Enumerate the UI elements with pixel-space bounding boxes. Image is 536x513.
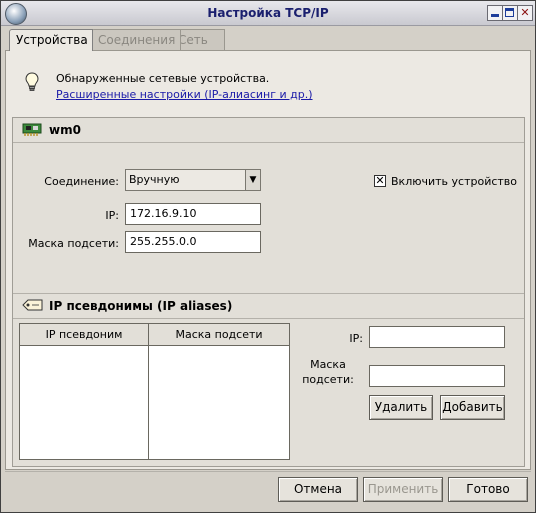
maximize-icon — [505, 8, 514, 17]
tag-icon — [22, 299, 43, 311]
tab-connections[interactable]: Соединения — [91, 29, 181, 50]
tcpip-settings-window: Настройка TCP/IP ✕ Сеть Соединения Устро… — [0, 0, 536, 513]
cancel-button[interactable]: Отмена — [278, 477, 358, 502]
minimize-icon — [491, 14, 499, 17]
lightbulb-icon — [25, 72, 39, 91]
ip-input[interactable]: 172.16.9.10 — [125, 203, 261, 225]
devices-found-text: Обнаруженные сетевые устройства. — [56, 72, 270, 85]
alias-mask-label-line2: подсети: — [302, 373, 354, 386]
connection-select-value: Вручную — [129, 173, 180, 186]
footer-divider — [5, 471, 531, 472]
add-alias-button[interactable]: Добавить — [440, 395, 505, 420]
tab-connections-label: Соединения — [98, 33, 176, 47]
tab-devices[interactable]: Устройства — [9, 29, 93, 51]
done-button[interactable]: Готово — [448, 477, 528, 502]
connection-select[interactable]: Вручную ▼ — [125, 169, 261, 191]
tab-network-label: Сеть — [178, 33, 208, 47]
advanced-settings-link[interactable]: Расширенные настройки (IP-алиасинг и др.… — [56, 88, 313, 101]
enable-device-checkbox[interactable]: ✕ — [374, 175, 386, 187]
device-name: wm0 — [49, 123, 81, 137]
check-icon: ✕ — [375, 174, 385, 187]
devices-panel: Обнаруженные сетевые устройства. Расшире… — [5, 50, 531, 470]
column-header-subnet-mask[interactable]: Маска подсети — [149, 324, 289, 346]
alias-ip-label: IP: — [349, 332, 363, 345]
alias-ip-input[interactable] — [369, 326, 505, 348]
column-header-ip-alias[interactable]: IP псевдоним — [20, 324, 149, 346]
network-card-icon — [22, 123, 42, 136]
aliases-header: IP псевдонимы (IP aliases) — [13, 293, 524, 319]
ip-label: IP: — [105, 209, 119, 222]
apply-button[interactable]: Применить — [363, 477, 443, 502]
alias-mask-label-line1: Маска — [310, 358, 346, 371]
enable-device-label: Включить устройство — [391, 175, 518, 188]
remove-alias-button[interactable]: Удалить — [369, 395, 433, 420]
title-bar[interactable]: Настройка TCP/IP ✕ — [1, 1, 535, 26]
tab-devices-label: Устройства — [16, 33, 88, 47]
device-header: wm0 — [13, 118, 524, 143]
device-group: wm0 Соединение: Вручную ▼ ✕ Включить уст… — [12, 117, 525, 467]
window-title: Настройка TCP/IP — [207, 6, 329, 20]
minimize-button[interactable] — [487, 5, 503, 21]
aliases-table[interactable]: IP псевдоним Маска подсети — [19, 323, 290, 460]
aliases-title: IP псевдонимы (IP aliases) — [49, 299, 233, 313]
subnet-mask-label: Маска подсети: — [28, 237, 119, 250]
maximize-button[interactable] — [502, 5, 518, 21]
column-divider — [148, 346, 149, 459]
connection-label: Соединение: — [44, 175, 119, 188]
subnet-mask-input[interactable]: 255.255.0.0 — [125, 231, 261, 253]
dropdown-arrow-icon: ▼ — [245, 170, 260, 190]
alias-mask-input[interactable] — [369, 365, 505, 387]
close-icon: ✕ — [520, 6, 530, 19]
close-button[interactable]: ✕ — [517, 5, 533, 21]
